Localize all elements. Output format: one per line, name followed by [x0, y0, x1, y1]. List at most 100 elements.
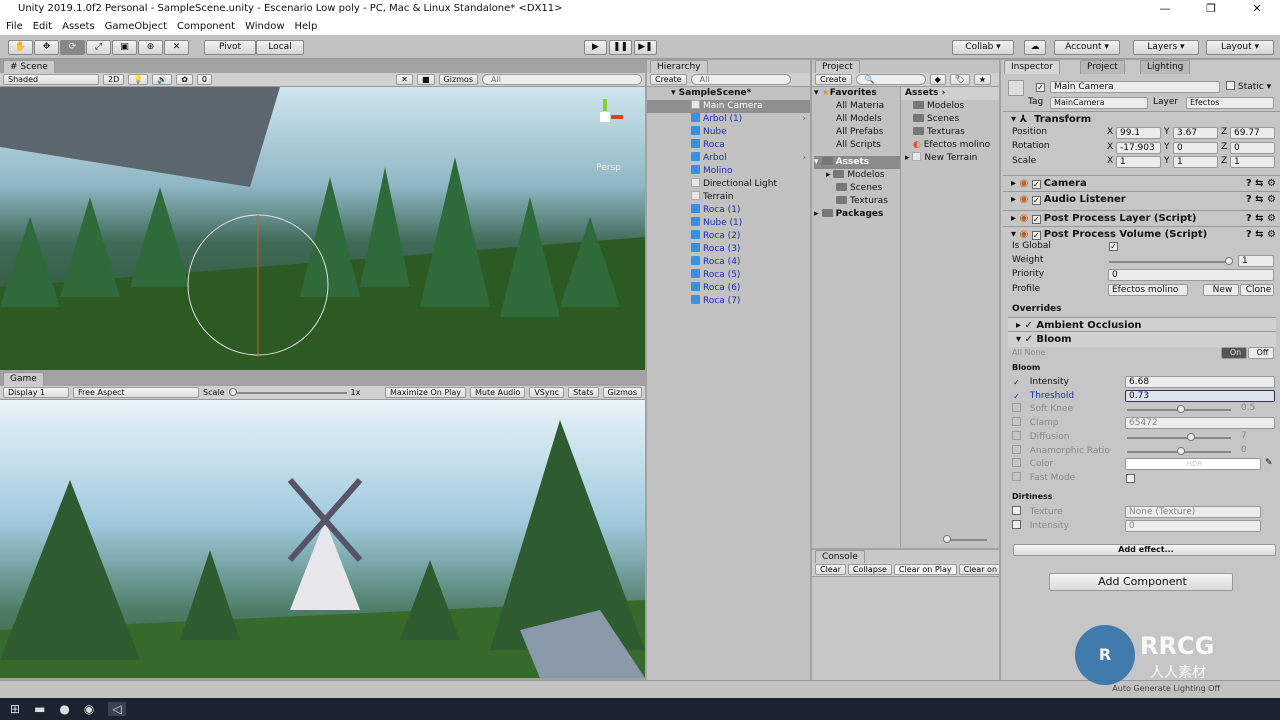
persp-label[interactable]: Persp [596, 163, 621, 173]
profile-field[interactable]: Efectos molino [1108, 284, 1188, 296]
hierarchy-item[interactable]: Directional Light [647, 178, 810, 191]
unity-taskbar-icon[interactable]: ◁ [108, 702, 126, 716]
app-icon[interactable]: ◉ [84, 702, 94, 716]
shading-dropdown[interactable]: Shaded [3, 74, 99, 85]
hierarchy-item[interactable]: Roca (5) [647, 269, 810, 282]
assets-node[interactable]: ▾ Assets [814, 156, 900, 169]
move-tool-icon[interactable]: ✥ [34, 40, 59, 55]
console-clear-button[interactable]: Clear [815, 564, 846, 575]
project-breadcrumb[interactable]: Assets › [901, 87, 999, 100]
aspect-dropdown[interactable]: Free Aspect [73, 387, 199, 398]
tab-inspector[interactable]: Inspector [1004, 60, 1060, 74]
hierarchy-item[interactable]: Roca [647, 139, 810, 152]
add-component-button[interactable]: Add Component [1049, 573, 1233, 591]
tab-project-2[interactable]: Project [1080, 60, 1125, 74]
hidden-count[interactable]: 0 [196, 74, 212, 85]
start-icon[interactable]: ⊞ [10, 702, 20, 716]
param-value[interactable]: 0 [1238, 445, 1274, 457]
hierarchy-create-button[interactable]: Create [650, 74, 687, 85]
weight-slider[interactable] [1109, 257, 1233, 265]
rotation-z-input[interactable]: 0 [1230, 141, 1275, 154]
tab-lighting[interactable]: Lighting [1140, 60, 1191, 74]
pause-icon[interactable]: ❚❚ [609, 40, 632, 55]
rotate-tool-icon[interactable]: ⟳ [60, 40, 85, 55]
play-icon[interactable]: ▶ [584, 40, 607, 55]
profile-new-button[interactable]: New [1203, 284, 1239, 296]
bloom-off-button[interactable]: Off [1248, 347, 1274, 359]
rect-tool-icon[interactable]: ▣ [112, 40, 137, 55]
weight-input[interactable]: 1 [1238, 255, 1274, 267]
chevron-right-icon[interactable]: › [802, 152, 806, 165]
maximize-on-play-toggle[interactable]: Maximize On Play [384, 387, 467, 398]
audio-toggle-icon[interactable]: 🔊 [152, 74, 173, 85]
icon-size-slider[interactable] [943, 535, 987, 543]
eyedropper-icon[interactable]: ✎ [1265, 458, 1273, 468]
param-input[interactable]: 0.73 [1125, 389, 1275, 402]
position-x-input[interactable]: 99.1 [1116, 127, 1161, 139]
folder-item[interactable]: Scenes [814, 182, 900, 195]
override-checkbox[interactable] [1012, 458, 1021, 468]
fav-item[interactable]: All Prefabs [814, 126, 900, 139]
is-global-checkbox[interactable]: ✓ [1109, 242, 1118, 251]
profile-clone-button[interactable]: Clone [1240, 284, 1274, 296]
transform-tool-icon[interactable]: ⊕ [138, 40, 163, 55]
menu-assets[interactable]: Assets [62, 18, 95, 35]
project-create-button[interactable]: Create [815, 74, 852, 85]
all-none-toggle[interactable]: All None [1012, 346, 1045, 359]
asset-item[interactable]: ▸ New Terrain [901, 152, 999, 165]
folder-item[interactable]: ▸ Modelos [814, 169, 900, 182]
asset-item[interactable]: Scenes [901, 113, 999, 126]
favorites-node[interactable]: ▾ ★Favorites [814, 87, 900, 100]
hierarchy-search-input[interactable]: All [690, 74, 791, 85]
stats-toggle[interactable]: Stats [568, 387, 599, 398]
override-checkbox[interactable]: ✓ [1012, 379, 1021, 388]
minimize-button[interactable]: — [1142, 0, 1188, 18]
dirt-intensity-field[interactable]: 0 [1125, 520, 1261, 532]
component-settings-icon[interactable]: ? ⇆ ⚙ [1246, 227, 1276, 242]
bloom-header[interactable]: ▾ ✓ Bloom [1008, 331, 1276, 347]
pivot-button[interactable]: Pivot [204, 40, 256, 55]
tab-hierarchy[interactable]: Hierarchy [650, 60, 708, 74]
close-button[interactable]: ✕ [1234, 0, 1280, 18]
clear-on-play-toggle[interactable]: Clear on Play [893, 564, 957, 575]
hierarchy-item[interactable]: Arbol (1) › [647, 113, 810, 126]
override-checkbox[interactable] [1012, 417, 1021, 427]
override-checkbox[interactable] [1012, 471, 1021, 481]
hierarchy-item[interactable]: Arbol › [647, 152, 810, 165]
browser-icon[interactable]: ● [59, 702, 69, 716]
camera-icon[interactable]: ■ [416, 74, 435, 85]
asset-item[interactable]: ◐ Efectos molino [901, 139, 999, 152]
2d-toggle[interactable]: 2D [103, 74, 125, 85]
transform-header[interactable]: ▾ ⅄ Transform [1003, 111, 1280, 127]
color-field[interactable]: HDR [1125, 458, 1261, 471]
scale-z-input[interactable]: 1 [1230, 156, 1275, 168]
mute-audio-toggle[interactable]: Mute Audio [470, 387, 526, 398]
tag-dropdown[interactable]: MainCamera [1050, 97, 1148, 109]
component-settings-icon[interactable]: ? ⇆ ⚙ [1246, 176, 1276, 191]
effects-toggle-icon[interactable]: ✿ [176, 74, 193, 85]
component-settings-icon[interactable]: ? ⇆ ⚙ [1246, 211, 1276, 226]
bloom-on-button[interactable]: On [1221, 347, 1247, 359]
param-value[interactable]: 7 [1238, 431, 1274, 443]
rotation-y-input[interactable]: 0 [1173, 141, 1218, 154]
hierarchy-item[interactable]: Nube (1) [647, 217, 810, 230]
position-y-input[interactable]: 3.67 [1173, 127, 1218, 139]
param-slider[interactable] [1127, 405, 1231, 414]
component-header[interactable]: ▸ ◉ ✓ Audio Listener? ⇆ ⚙ [1003, 191, 1280, 207]
menu-gameobject[interactable]: GameObject [105, 18, 167, 35]
hierarchy-item[interactable]: Roca (2) [647, 230, 810, 243]
fav-item[interactable]: All Materia [814, 100, 900, 113]
hierarchy-item[interactable]: Main Camera [647, 100, 810, 113]
scale-x-input[interactable]: 1 [1116, 156, 1161, 168]
menu-component[interactable]: Component [177, 18, 235, 35]
override-checkbox[interactable] [1012, 430, 1021, 440]
hand-tool-icon[interactable]: ✋ [8, 40, 33, 55]
menu-file[interactable]: File [6, 18, 23, 35]
hierarchy-item[interactable]: Terrain [647, 191, 810, 204]
scale-slider[interactable] [228, 387, 347, 396]
step-icon[interactable]: ▶❚ [634, 40, 657, 55]
hierarchy-item[interactable]: Roca (1) [647, 204, 810, 217]
collab-button[interactable]: Collab ▾ [952, 40, 1014, 55]
asset-item[interactable]: Texturas [901, 126, 999, 139]
project-search-input[interactable]: 🔍 [855, 74, 926, 85]
